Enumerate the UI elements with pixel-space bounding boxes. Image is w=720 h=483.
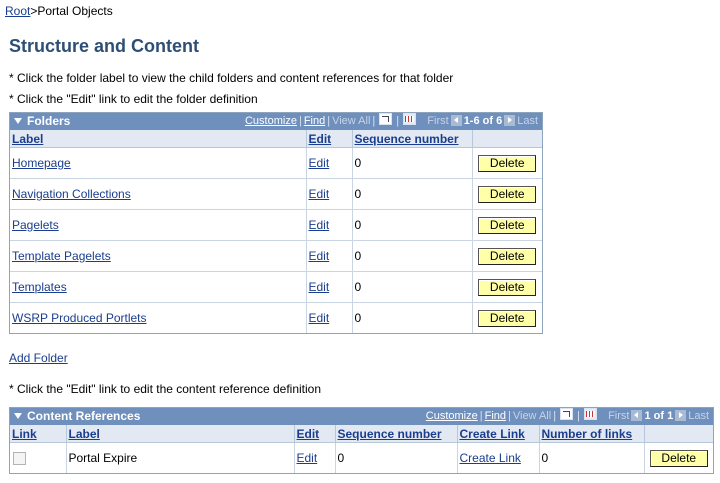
folder-label-link[interactable]: Pagelets bbox=[12, 218, 59, 232]
content-label: Portal Expire bbox=[66, 442, 295, 473]
row-count: 1-6 of 6 bbox=[463, 115, 503, 127]
col-label-header[interactable]: Label bbox=[10, 130, 307, 148]
breadcrumb-root-link[interactable]: Root bbox=[5, 4, 30, 18]
col-delete-header bbox=[472, 130, 542, 148]
folders-grid: Folders Customize | Find | View All | | First 1… bbox=[9, 112, 543, 334]
previous-arrow-icon bbox=[631, 410, 643, 421]
delete-button[interactable]: Delete bbox=[478, 154, 537, 172]
table-row: Template Pagelets Edit 0 Delete bbox=[10, 240, 542, 272]
col-seq-header[interactable]: Sequence number bbox=[352, 130, 473, 148]
download-spreadsheet-icon[interactable] bbox=[403, 113, 417, 125]
col-link-header[interactable]: Link bbox=[10, 425, 67, 443]
delete-button[interactable]: Delete bbox=[478, 309, 537, 327]
folder-label-link[interactable]: Template Pagelets bbox=[12, 249, 111, 263]
sequence-value: 0 bbox=[352, 271, 473, 303]
col-label-header[interactable]: Label bbox=[66, 425, 295, 443]
view-all-link: View All bbox=[332, 115, 371, 127]
folders-grid-header: Folders Customize | Find | View All | | First 1… bbox=[10, 113, 542, 130]
delete-button[interactable]: Delete bbox=[649, 449, 708, 467]
collapse-triangle-icon[interactable] bbox=[14, 118, 22, 124]
folder-label-link[interactable]: WSRP Produced Portlets bbox=[12, 311, 147, 325]
folders-table: Label Edit Sequence number Homepage Edit… bbox=[10, 130, 542, 333]
first-link: First bbox=[427, 115, 449, 127]
sequence-value: 0 bbox=[352, 209, 473, 241]
delete-button[interactable]: Delete bbox=[478, 278, 537, 296]
table-row: Templates Edit 0 Delete bbox=[10, 271, 542, 303]
create-link-link[interactable]: Create Link bbox=[460, 451, 521, 465]
edit-link[interactable]: Edit bbox=[309, 249, 330, 263]
instruction-folder-label: * Click the folder label to view the chi… bbox=[9, 71, 454, 85]
content-grid-nav: Customize | Find | View All | | First 1 of 1 Las… bbox=[425, 408, 709, 422]
next-arrow-icon bbox=[675, 410, 687, 421]
page-title: Structure and Content bbox=[9, 36, 200, 56]
sequence-value: 0 bbox=[352, 240, 473, 272]
last-link: Last bbox=[688, 410, 709, 422]
number-of-links-value: 0 bbox=[539, 442, 645, 473]
link-checkbox bbox=[13, 452, 26, 466]
content-grid-header: Content References Customize | Find | View A… bbox=[10, 408, 713, 425]
first-link: First bbox=[608, 410, 630, 422]
col-seq-header[interactable]: Sequence number bbox=[335, 425, 458, 443]
col-create-link-header[interactable]: Create Link bbox=[457, 425, 540, 443]
sequence-value: 0 bbox=[352, 178, 473, 210]
customize-link[interactable]: Customize bbox=[245, 115, 297, 127]
collapse-triangle-icon[interactable] bbox=[14, 413, 22, 419]
content-references-grid: Content References Customize | Find | View A… bbox=[9, 407, 714, 474]
instruction-folder-edit: * Click the "Edit" link to edit the fold… bbox=[9, 92, 258, 106]
delete-button[interactable]: Delete bbox=[478, 185, 537, 203]
breadcrumb-current: >Portal Objects bbox=[30, 4, 113, 18]
content-references-table: Link Label Edit Sequence number Create L… bbox=[10, 425, 713, 473]
edit-link[interactable]: Edit bbox=[309, 156, 330, 170]
edit-link[interactable]: Edit bbox=[309, 280, 330, 294]
find-link[interactable]: Find bbox=[485, 410, 506, 422]
add-folder-link[interactable]: Add Folder bbox=[9, 351, 68, 365]
zoom-icon[interactable] bbox=[560, 408, 574, 420]
folder-label-link[interactable]: Homepage bbox=[12, 156, 71, 170]
col-edit-header[interactable]: Edit bbox=[294, 425, 336, 443]
view-all-link: View All bbox=[512, 410, 552, 422]
breadcrumb: Root>Portal Objects bbox=[5, 4, 113, 18]
table-row: Homepage Edit 0 Delete bbox=[10, 147, 542, 179]
content-grid-title[interactable]: Content References bbox=[14, 408, 140, 425]
edit-link[interactable]: Edit bbox=[309, 187, 330, 201]
last-link: Last bbox=[517, 115, 538, 127]
next-arrow-icon bbox=[504, 115, 516, 126]
folder-label-link[interactable]: Templates bbox=[12, 280, 67, 294]
col-edit-header[interactable]: Edit bbox=[306, 130, 353, 148]
sequence-value: 0 bbox=[352, 147, 473, 179]
find-link[interactable]: Find bbox=[304, 115, 325, 127]
col-num-links-header[interactable]: Number of links bbox=[539, 425, 645, 443]
folders-grid-title[interactable]: Folders bbox=[14, 113, 70, 130]
sequence-value: 0 bbox=[335, 442, 458, 473]
customize-link[interactable]: Customize bbox=[426, 410, 478, 422]
edit-link[interactable]: Edit bbox=[297, 451, 318, 465]
table-row: WSRP Produced Portlets Edit 0 Delete bbox=[10, 302, 542, 333]
edit-link[interactable]: Edit bbox=[309, 311, 330, 325]
zoom-icon[interactable] bbox=[379, 113, 393, 125]
sequence-value: 0 bbox=[352, 302, 473, 333]
folders-grid-nav: Customize | Find | View All | | First 1-6 of 6L… bbox=[244, 113, 538, 127]
table-row: Portal Expire Edit 0 Create Link 0 Delet… bbox=[10, 442, 713, 473]
instruction-content-edit: * Click the "Edit" link to edit the cont… bbox=[9, 382, 322, 396]
add-folder-container: Add Folder bbox=[9, 351, 68, 365]
delete-button[interactable]: Delete bbox=[478, 216, 537, 234]
download-spreadsheet-icon[interactable] bbox=[583, 408, 597, 420]
folder-label-link[interactable]: Navigation Collections bbox=[12, 187, 131, 201]
table-row: Pagelets Edit 0 Delete bbox=[10, 209, 542, 241]
delete-button[interactable]: Delete bbox=[478, 247, 537, 265]
folders-header-row: Label Edit Sequence number bbox=[10, 130, 542, 148]
col-delete-header bbox=[644, 425, 713, 443]
table-row: Navigation Collections Edit 0 Delete bbox=[10, 178, 542, 210]
row-count: 1 of 1 bbox=[644, 410, 674, 422]
content-header-row: Link Label Edit Sequence number Create L… bbox=[10, 425, 713, 443]
edit-link[interactable]: Edit bbox=[309, 218, 330, 232]
previous-arrow-icon bbox=[450, 115, 462, 126]
